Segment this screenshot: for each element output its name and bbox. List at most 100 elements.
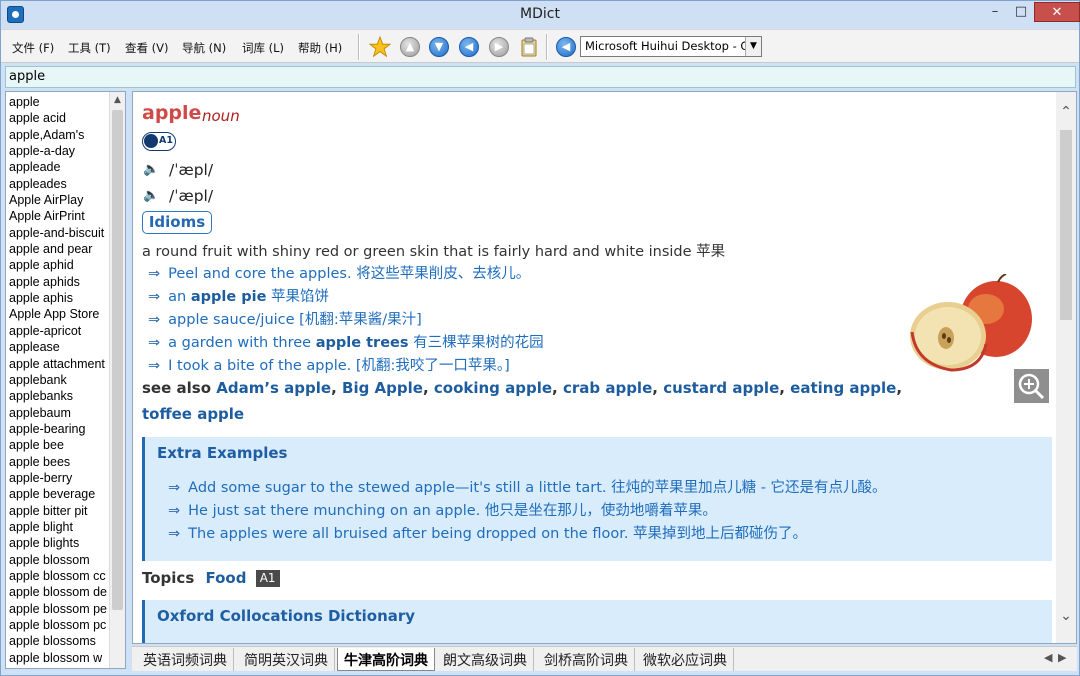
word-list-items: apple apple acid apple,Adam's apple-a-day ap… (9, 94, 111, 666)
search-input[interactable]: apple (5, 66, 1076, 88)
speaker-us-icon[interactable]: 🔈 (143, 188, 159, 203)
word-list-item[interactable]: apple (9, 94, 111, 110)
menu-navigate[interactable]: 导航 (N) (182, 40, 226, 56)
word-list-item[interactable]: apple bitter pit (9, 503, 111, 519)
see-also-link[interactable]: eating apple (790, 379, 896, 397)
word-list-item[interactable]: apple and pear (9, 241, 111, 257)
menu-library[interactable]: 词库 (L) (242, 40, 284, 56)
tab-prev-icon[interactable]: ◀ (1044, 651, 1052, 664)
idioms-button[interactable]: Idioms (142, 211, 212, 234)
word-list-item[interactable]: apple blossoms (9, 633, 111, 649)
menu-tools[interactable]: 工具 (T) (68, 40, 111, 56)
arrow-right-icon: ⇒ (168, 526, 181, 542)
word-list-item[interactable]: apple bee (9, 437, 111, 453)
speaker-icon[interactable]: ◀ (556, 37, 576, 57)
word-list-item[interactable]: apple-a-day (9, 143, 111, 159)
word-list-item[interactable]: Apple AirPrint (9, 208, 111, 224)
toolbar-separator (358, 34, 360, 60)
level-badge: A1 (142, 132, 176, 151)
arrow-right-icon: ⇒ (168, 503, 181, 519)
see-also-link[interactable]: Big Apple (342, 379, 423, 397)
word-list-item[interactable]: apple attachment (9, 356, 111, 372)
tab-dictionary[interactable]: 简明英汉词典 (238, 648, 335, 671)
tab-dictionary[interactable]: 英语词频词典 (137, 648, 234, 671)
close-button[interactable]: ✕ (1034, 2, 1080, 22)
see-also-link[interactable]: crab apple (563, 379, 652, 397)
favorite-star-icon[interactable] (369, 36, 391, 58)
word-list-item[interactable]: apple aphis (9, 290, 111, 306)
word-list-item[interactable]: apple beverage (9, 486, 111, 502)
tab-dictionary[interactable]: 朗文高级词典 (437, 648, 534, 671)
maximize-button[interactable]: □ (1007, 2, 1035, 22)
word-list-item[interactable]: applebanks (9, 388, 111, 404)
word-list-item[interactable]: apple-bearing (9, 421, 111, 437)
tab-next-icon[interactable]: ▶ (1058, 651, 1066, 664)
dictionary-tabs: ◀ ▶ 英语词频词典 简明英汉词典 牛津高阶词典 朗文高级词典 剑桥高阶词典 微软必应词典 (132, 646, 1077, 671)
topic-food-link[interactable]: Food (205, 569, 246, 587)
scroll-up-icon[interactable]: ⌃ (1056, 104, 1076, 120)
word-list-item[interactable]: apple blights (9, 535, 111, 551)
word-list-item[interactable]: apple aphid (9, 257, 111, 273)
word-list-item[interactable]: apple-and-biscuit (9, 225, 111, 241)
word-list-item[interactable]: applebaum (9, 405, 111, 421)
back-arrow-icon[interactable]: ◀ (459, 37, 479, 57)
tab-dictionary[interactable]: 牛津高阶词典 (337, 648, 435, 671)
see-also-link[interactable]: toffee apple (142, 405, 244, 423)
arrow-down-icon[interactable]: ▼ (429, 37, 449, 57)
word-list-item[interactable]: apple acid (9, 110, 111, 126)
see-also-link[interactable]: cooking apple (434, 379, 552, 397)
zoom-in-button[interactable] (1014, 369, 1049, 403)
extra-examples-title[interactable]: Extra Examples (157, 444, 288, 462)
tab-dictionary[interactable]: 微软必应词典 (637, 648, 734, 671)
see-also-link[interactable]: custard apple (663, 379, 779, 397)
clipboard-icon[interactable] (519, 37, 539, 57)
level-label: A1 (159, 135, 173, 146)
scroll-up-icon[interactable]: ▲ (110, 92, 125, 108)
word-list-scrollbar[interactable]: ▲ (109, 92, 125, 668)
window-title: MDict (520, 6, 560, 22)
word-list-item[interactable]: apple blossom de (9, 584, 111, 600)
speaker-uk-icon[interactable]: 🔈 (143, 162, 159, 177)
arrow-up-icon[interactable]: ▲ (400, 37, 420, 57)
word-list-item[interactable]: applebank (9, 372, 111, 388)
menu-file[interactable]: 文件 (F) (12, 40, 54, 56)
tab-dictionary[interactable]: 剑桥高阶词典 (538, 648, 635, 671)
arrow-right-icon: ⇒ (148, 335, 161, 351)
arrow-right-icon: ⇒ (168, 480, 181, 496)
word-list-item[interactable]: apple blight (9, 519, 111, 535)
word-list-item[interactable]: appleade (9, 159, 111, 175)
menu-help[interactable]: 帮助 (H) (298, 40, 342, 56)
extra-example-sentence: ⇒ He just sat there munching on an apple.… (168, 503, 717, 519)
word-list-item[interactable]: Apple AirPlay (9, 192, 111, 208)
content-scrollbar[interactable]: ⌃ ⌄ (1056, 92, 1076, 643)
word-list-item[interactable]: apple-apricot (9, 323, 111, 339)
minimize-button[interactable]: – (981, 2, 1009, 22)
word-list-item[interactable]: apple blossom (9, 552, 111, 568)
word-list-item[interactable]: apple blossom pe (9, 601, 111, 617)
topics-label: Topics (142, 569, 195, 587)
scroll-down-icon[interactable]: ⌄ (1056, 608, 1076, 624)
word-list-item[interactable]: apple bees (9, 454, 111, 470)
word-list-item[interactable]: apple aphids (9, 274, 111, 290)
forward-arrow-icon[interactable]: ▶ (489, 37, 509, 57)
collocations-title[interactable]: Oxford Collocations Dictionary (157, 607, 415, 625)
voice-select[interactable]: Microsoft Huihui Desktop - C ▼ (580, 36, 762, 57)
collocations-box: Oxford Collocations Dictionary (142, 600, 1052, 643)
word-list-item[interactable]: applease (9, 339, 111, 355)
menu-view[interactable]: 查看 (V) (125, 40, 169, 56)
scroll-thumb[interactable] (1060, 130, 1072, 320)
word-list-item[interactable]: Apple App Store (9, 306, 111, 322)
part-of-speech: noun (202, 107, 240, 125)
word-list-item[interactable]: appleades (9, 176, 111, 192)
example-sentence: ⇒ apple sauce/juice [机翻:苹果酱/果汁] (148, 312, 422, 328)
see-also-link[interactable]: Adam’s apple (216, 379, 331, 397)
chevron-down-icon[interactable]: ▼ (745, 37, 761, 56)
scroll-thumb[interactable] (112, 110, 123, 610)
word-list-item[interactable]: apple blossom cc (9, 568, 111, 584)
word-list-item[interactable]: apple-berry (9, 470, 111, 486)
word-list-item[interactable]: apple blossom w (9, 650, 111, 666)
word-list-item[interactable]: apple,Adam's (9, 127, 111, 143)
extra-example-sentence: ⇒ The apples were all bruised after being… (168, 526, 808, 542)
word-list-item[interactable]: apple blossom pc (9, 617, 111, 633)
topics: Topics Food A1 (142, 569, 280, 587)
